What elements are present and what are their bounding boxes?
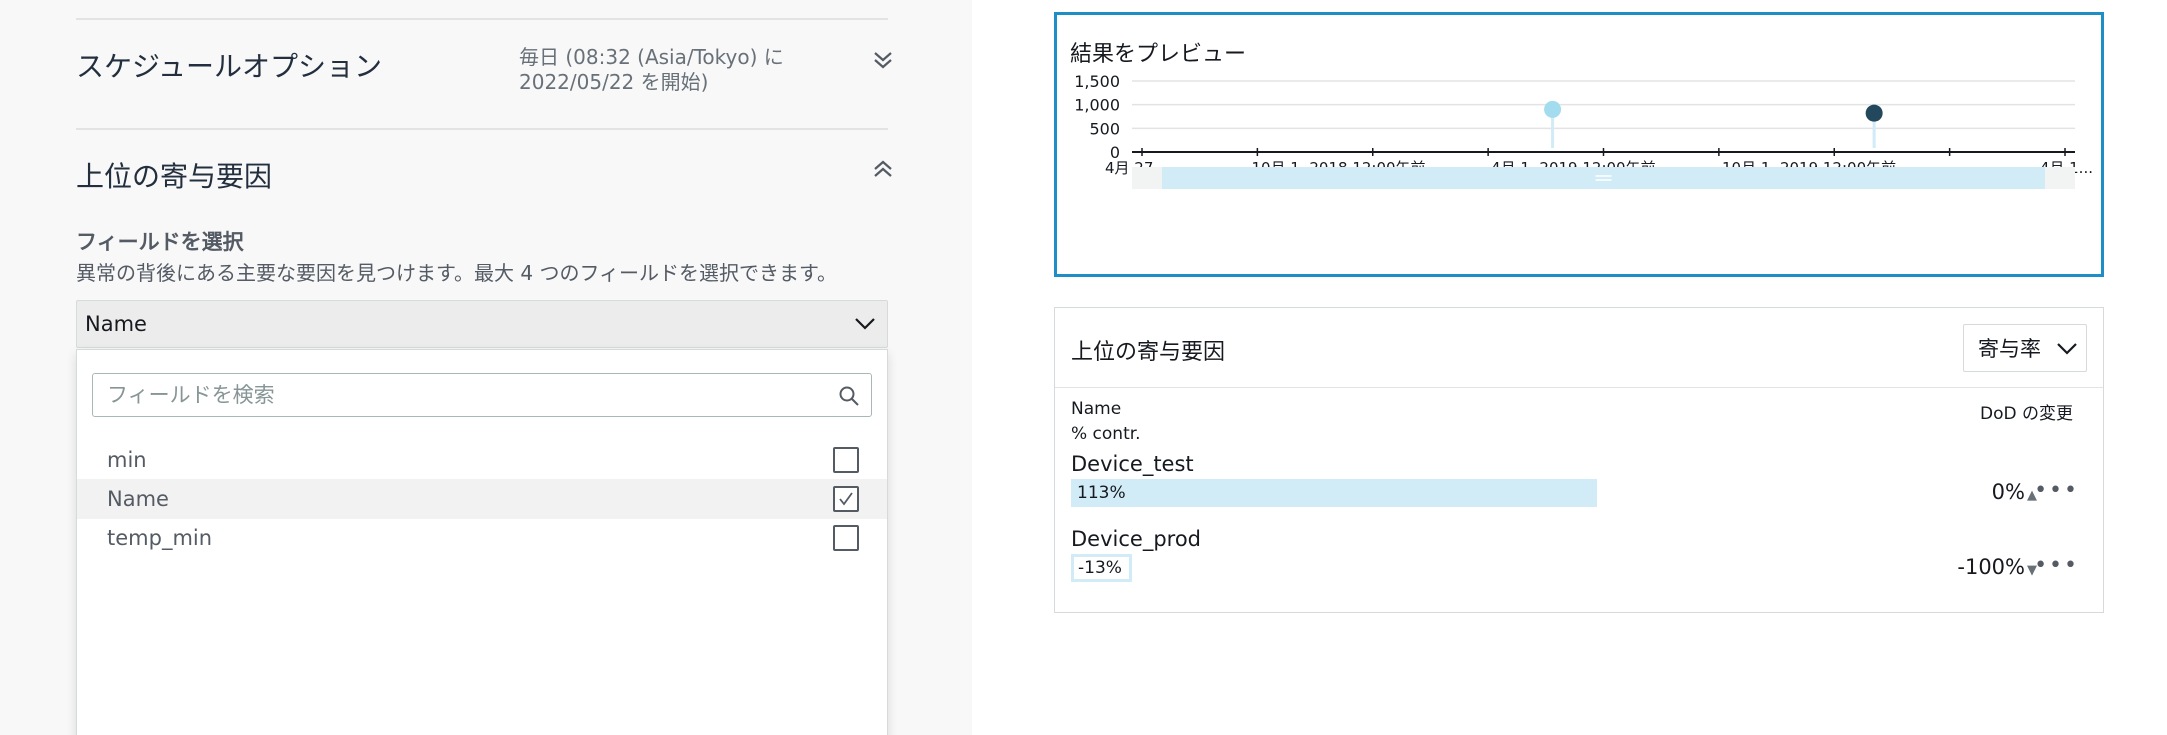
sort-select-value: 寄与率 [1978,337,2041,361]
search-icon [839,386,859,406]
option-checkbox[interactable] [833,447,859,473]
dod-change: -100% ▼ [1957,555,2037,579]
chevron-double-down-icon [874,52,892,69]
schedule-summary-line2: 2022/05/22 を開始) [519,70,709,94]
contributors-collapse-button[interactable] [866,152,900,186]
data-point [1544,100,1562,118]
y-tick-label: 500 [1089,119,1120,138]
contribution-bar: -13% [1071,554,1132,582]
chevron-double-up-icon [874,160,892,177]
field-option-temp-min[interactable]: temp_min [77,518,887,558]
schedule-summary: 毎日 (08:32 (Asia/Tokyo) に 2022/05/22 を開始) [519,45,849,95]
field-select-description: 異常の背後にある主要な要因を見つけます。最大 4 つのフィールドを選択できます。 [76,261,838,285]
y-tick-label: 1,000 [1074,96,1120,115]
option-checkbox-checked[interactable] [833,486,859,512]
chevron-down-icon [855,318,875,330]
more-options-icon[interactable]: ••• [2034,553,2079,578]
column-header-name: Name [1071,399,1122,419]
more-options-icon[interactable]: ••• [2034,478,2079,503]
checkmark-icon [839,492,853,506]
field-dropdown: min Name temp_min [76,349,888,735]
contribution-pct: -13% [1078,558,1122,578]
option-label: temp_min [107,526,213,550]
divider [1055,387,2103,388]
top-contributors-title: 上位の寄与要因 [1071,340,1226,365]
preview-results-panel: 結果をプレビュー 05001,0001,5004月 27...10月 1, 20… [1054,12,2104,277]
option-label: Name [107,487,169,511]
field-select[interactable]: Name [76,300,888,348]
sort-select[interactable]: 寄与率 [1963,324,2087,372]
option-checkbox[interactable] [833,525,859,551]
contribution-pct: 113% [1077,483,1126,503]
field-select-value: Name [85,312,147,336]
data-point [1865,104,1883,122]
top-contributors-panel: 上位の寄与要因 寄与率 Name % contr. DoD の変更 Device… [1054,307,2104,613]
option-label: min [107,448,147,472]
dod-change-value: -100% [1957,555,2025,579]
schedule-expand-button[interactable] [866,43,900,77]
field-search-input[interactable] [93,374,823,416]
divider [76,18,888,20]
contributor-name: Device_prod [1071,527,1201,551]
contributor-name: Device_test [1071,452,1194,476]
field-option-min[interactable]: min [77,440,887,480]
y-tick-label: 1,500 [1074,72,1120,91]
schedule-options-title: スケジュールオプション [76,50,383,83]
dod-change-value: 0% [1991,480,2025,504]
settings-panel: スケジュールオプション 毎日 (08:32 (Asia/Tokyo) に 202… [0,0,972,735]
chevron-down-icon [2057,343,2077,355]
dod-change: 0% ▲ [1992,480,2037,504]
top-contributors-config-title: 上位の寄与要因 [76,160,273,193]
range-scrollbar-thumb [1162,167,2045,189]
divider [76,128,888,130]
field-search [92,373,872,417]
column-header-dod: DoD の変更 [1980,404,2073,424]
field-select-label: フィールドを選択 [76,230,244,254]
schedule-summary-line1: 毎日 (08:32 (Asia/Tokyo) に [519,45,784,69]
preview-chart: 05001,0001,5004月 27...10月 1, 2018 12:00午… [1074,72,2093,189]
contribution-bar: 113% [1071,479,1597,507]
column-header-pct: % contr. [1071,424,1141,444]
field-option-name[interactable]: Name [77,479,887,519]
